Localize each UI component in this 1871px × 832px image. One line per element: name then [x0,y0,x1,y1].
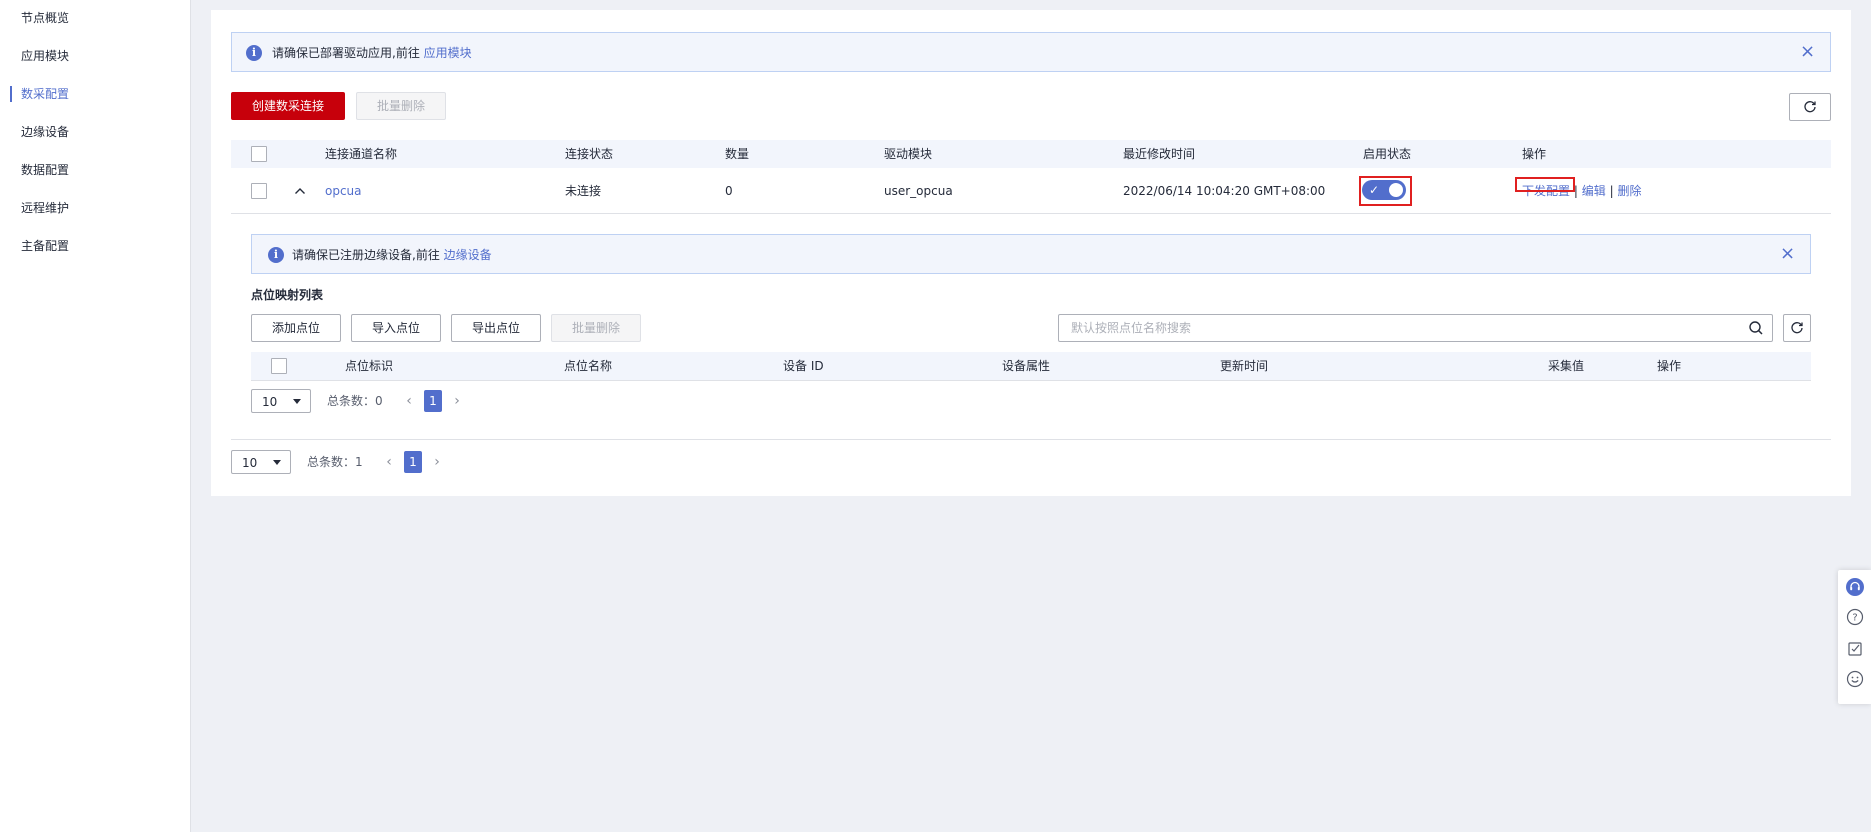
page-size-value: 10 [242,456,258,470]
sidebar-item-data-config[interactable]: 数据配置 [21,162,69,178]
refresh-icon [1804,101,1816,113]
channel-name-link[interactable]: opcua [325,183,362,199]
question-icon[interactable]: ? [1846,608,1864,626]
export-point-button[interactable]: 导出点位 [451,314,541,342]
expand-divider [231,439,1831,440]
col-device-property: 设备属性 [1002,359,1051,373]
svg-text:?: ? [1852,613,1857,624]
col-point-id: 点位标识 [345,359,394,373]
prev-page-icon[interactable]: ‹ [404,393,414,409]
page-size-select[interactable]: 10 [231,450,291,474]
main-card: i 请确保已部署驱动应用,前往 应用模块 × 创建数采连接 批量删除 连接通道名… [211,10,1851,496]
sidebar-item-edge-devices[interactable]: 边缘设备 [21,124,69,140]
col-actions: 操作 [1522,147,1547,161]
inner-alert-text: 请确保已注册边缘设备,前往 [292,248,444,262]
sidebar-item-remote-maintenance[interactable]: 远程维护 [21,200,69,216]
sidebar-item-data-collection[interactable]: 数采配置 [21,86,69,102]
point-current-page[interactable]: 1 [424,390,442,412]
point-batch-delete-button[interactable]: 批量删除 [551,314,641,342]
top-alert-message: 请确保已部署驱动应用,前往 应用模块 [272,45,472,61]
sidebar: 节点概览 应用模块 数采配置 边缘设备 数据配置 远程维护 主备配置 [0,0,191,832]
col-update-time: 更新时间 [1220,359,1269,373]
close-icon[interactable]: × [1780,245,1795,263]
conn-status: 未连接 [565,184,602,198]
col-channel-name: 连接通道名称 [325,147,398,161]
search-icon[interactable] [1748,320,1764,336]
close-icon[interactable]: × [1800,43,1815,61]
delete-link[interactable]: 删除 [1617,184,1641,198]
headset-icon[interactable] [1846,578,1864,596]
point-select-all-checkbox[interactable] [271,358,287,374]
refresh-button[interactable] [1789,93,1831,121]
inner-alert-link[interactable]: 边缘设备 [444,248,492,262]
refresh-icon [1791,322,1803,334]
top-alert-link[interactable]: 应用模块 [424,46,472,60]
sidebar-item-app-module[interactable]: 应用模块 [21,48,69,64]
info-icon: i [246,45,262,61]
row-checkbox[interactable] [251,183,267,199]
col-count: 数量 [725,147,750,161]
total-count: 总条数：1 [307,455,363,469]
point-header-divider [251,380,1811,381]
col-enabled: 启用状态 [1363,147,1412,161]
chevron-down-icon [293,399,301,404]
sidebar-item-ha-config[interactable]: 主备配置 [21,238,69,254]
col-collected-value: 采集值 [1548,359,1585,373]
point-list-title: 点位映射列表 [251,288,324,302]
point-page-size-value: 10 [262,395,278,409]
point-page-size-select[interactable]: 10 [251,389,311,413]
current-page[interactable]: 1 [404,451,422,473]
sidebar-item-node-overview[interactable]: 节点概览 [21,10,69,26]
edit-link[interactable]: 编辑 [1582,184,1606,198]
batch-delete-button[interactable]: 批量删除 [356,92,446,120]
col-device-id: 设备 ID [783,359,824,373]
col-driver: 驱动模块 [884,147,933,161]
highlight-box-deploy [1515,177,1575,192]
prev-page-icon[interactable]: ‹ [384,454,394,470]
add-point-button[interactable]: 添加点位 [251,314,341,342]
highlight-box-toggle [1359,176,1412,206]
import-point-button[interactable]: 导入点位 [351,314,441,342]
point-count: 0 [725,184,733,198]
smile-icon[interactable] [1846,670,1864,688]
info-icon: i [268,247,284,263]
top-alert-text: 请确保已部署驱动应用,前往 [272,46,424,60]
inner-alert: i 请确保已注册边缘设备,前往 边缘设备 × [251,234,1811,274]
search-input[interactable]: 默认按照点位名称搜索 [1071,320,1191,336]
top-alert: i 请确保已部署驱动应用,前往 应用模块 × [231,32,1831,72]
feedback-icon[interactable] [1846,640,1864,658]
select-all-checkbox[interactable] [251,146,267,162]
next-page-icon[interactable]: › [432,454,442,470]
driver-module: user_opcua [884,184,953,198]
col-modified: 最近修改时间 [1123,147,1196,161]
col-conn-status: 连接状态 [565,147,614,161]
conn-table-header: 连接通道名称 连接状态 数量 驱动模块 最近修改时间 启用状态 操作 [231,140,1831,168]
sidebar-active-marker [10,86,12,102]
modified-time: 2022/06/14 10:04:20 GMT+08:00 [1123,184,1326,198]
point-total-count: 总条数：0 [327,394,383,408]
col-point-actions: 操作 [1657,359,1682,373]
point-refresh-button[interactable] [1783,314,1811,342]
inner-alert-message: 请确保已注册边缘设备,前往 边缘设备 [292,247,492,263]
col-point-name: 点位名称 [564,359,613,373]
chevron-down-icon [273,460,281,465]
chevron-up-icon[interactable] [294,186,306,196]
action-separator: | [1609,184,1614,198]
point-table-header: 点位标识 点位名称 设备 ID 设备属性 更新时间 采集值 操作 [251,352,1811,380]
next-page-icon[interactable]: › [452,393,462,409]
create-connection-button[interactable]: 创建数采连接 [231,92,345,120]
row-divider [231,213,1831,214]
floating-tools: ? [1838,570,1871,704]
point-search-box[interactable]: 默认按照点位名称搜索 [1058,314,1773,342]
